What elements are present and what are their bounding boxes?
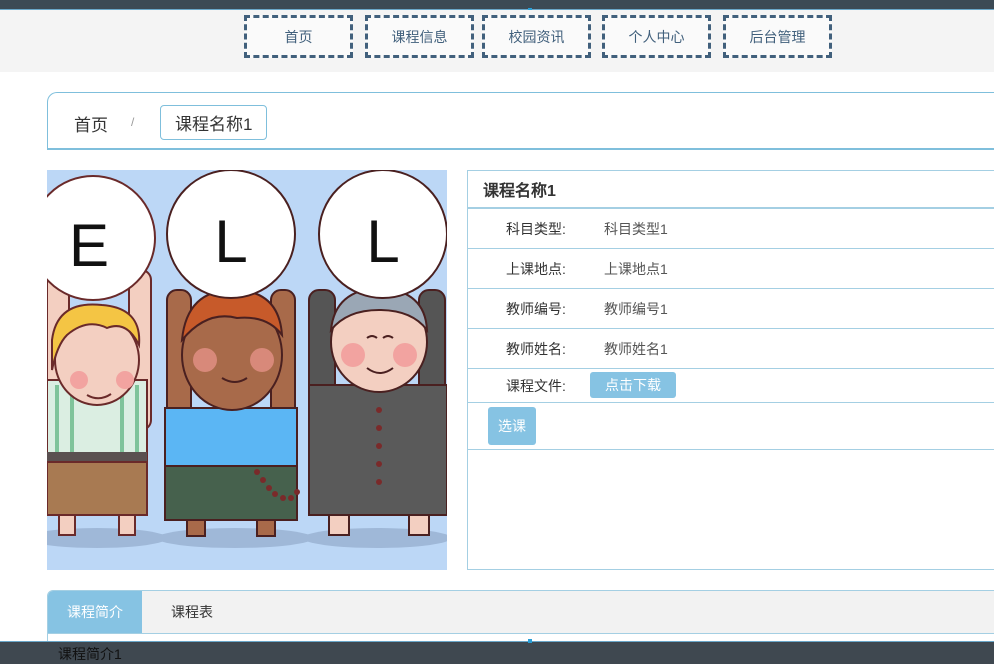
nav-course-info[interactable]: 课程信息 — [365, 15, 474, 58]
course-intro-text: 课程简介1 — [58, 646, 122, 662]
field-row-location: 上课地点: 上课地点1 — [468, 249, 994, 289]
field-row-course-file: 课程文件: 点击下载 — [468, 369, 994, 403]
nav-personal-center[interactable]: 个人中心 — [602, 15, 711, 58]
field-row-teacher-id: 教师编号: 教师编号1 — [468, 289, 994, 329]
detail-tabs: 课程简介 课程表 — [47, 590, 994, 634]
bottom-bar — [0, 639, 994, 664]
field-label: 教师编号: — [506, 300, 566, 317]
download-button[interactable]: 点击下载 — [590, 372, 676, 398]
nav-admin[interactable]: 后台管理 — [723, 15, 832, 58]
field-value: 教师姓名1 — [604, 340, 668, 357]
field-label: 教师姓名: — [506, 340, 566, 357]
field-row-subject-type: 科目类型: 科目类型1 — [468, 209, 994, 249]
tab-schedule[interactable]: 课程表 — [142, 591, 242, 633]
field-label: 课程文件: — [506, 377, 566, 394]
breadcrumb-home[interactable]: 首页 — [74, 111, 108, 136]
photo-letter-1: E — [69, 212, 109, 279]
photo-letter-2: L — [214, 208, 247, 275]
course-detail-panel: 课程名称1 科目类型: 科目类型1 上课地点: 上课地点1 教师编号: 教师编号… — [467, 170, 994, 570]
field-value: 教师编号1 — [604, 300, 668, 317]
breadcrumb-separator: / — [131, 115, 135, 129]
resize-handle — [528, 639, 532, 643]
top-bar — [0, 0, 994, 12]
top-nav: 首页 课程信息 校园资讯 个人中心 后台管理 — [0, 10, 994, 72]
course-illustration: E L L — [47, 170, 447, 570]
breadcrumb-current: 课程名称1 — [160, 105, 268, 140]
breadcrumb: 首页 / 课程名称1 — [47, 92, 994, 150]
nav-home[interactable]: 首页 — [244, 15, 353, 58]
select-course-button[interactable]: 选课 — [488, 407, 536, 445]
tab-course-intro[interactable]: 课程简介 — [48, 591, 142, 633]
field-value: 上课地点1 — [604, 260, 668, 277]
course-title: 课程名称1 — [468, 171, 994, 209]
field-value: 科目类型1 — [604, 220, 668, 237]
field-label: 科目类型: — [506, 220, 566, 237]
nav-campus-news[interactable]: 校园资讯 — [482, 15, 591, 58]
field-row-teacher-name: 教师姓名: 教师姓名1 — [468, 329, 994, 369]
divider — [468, 449, 994, 450]
field-label: 上课地点: — [506, 260, 566, 277]
course-image: E L L — [47, 170, 447, 570]
photo-letter-3: L — [366, 208, 399, 275]
